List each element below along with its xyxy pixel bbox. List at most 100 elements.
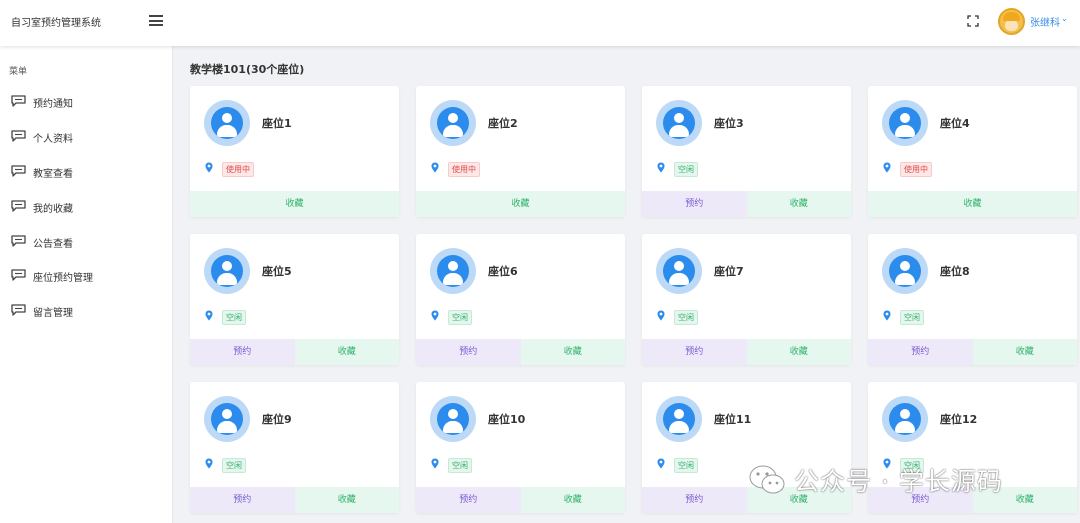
location-pin-icon: [431, 458, 439, 469]
seat-card: 座位4 使用中收藏: [868, 86, 1077, 217]
user-icon: [204, 100, 250, 146]
user-name[interactable]: 张继科: [1030, 14, 1060, 29]
seat-name: 座位1: [262, 117, 292, 130]
sidebar-item-2[interactable]: 个人资料: [0, 121, 172, 151]
book-button[interactable]: 预约: [642, 339, 747, 365]
favorite-button[interactable]: 收藏: [972, 339, 1077, 365]
menu-title: 菜单: [9, 67, 28, 77]
card-actions: 收藏: [190, 191, 399, 217]
seat-name: 座位5: [262, 265, 292, 278]
seat-card: 座位1 使用中 收藏: [190, 86, 399, 217]
card-actions: 收藏: [416, 191, 625, 217]
chevron-down-icon[interactable]: ⌄: [1061, 14, 1068, 23]
comment-icon: [11, 235, 26, 247]
sidebar-item-label: 留言管理: [33, 308, 73, 319]
status-badge: 空闲: [674, 162, 698, 177]
sidebar-item-3[interactable]: 教室查看: [0, 156, 172, 186]
book-button[interactable]: 预约: [642, 487, 747, 513]
book-button[interactable]: 预约: [642, 191, 747, 217]
favorite-button[interactable]: 收藏: [746, 191, 851, 217]
seat-card: 座位6 空闲预约 收藏: [416, 234, 625, 365]
sidebar-item-label: 公告查看: [33, 239, 73, 250]
seat-name: 座位6: [488, 265, 518, 278]
user-icon: [204, 396, 250, 442]
top-bar: 自习室预约管理系统 张继科 ⌄: [0, 0, 1080, 46]
status-badge: 空闲: [674, 310, 698, 325]
card-actions: 预约 收藏: [416, 487, 625, 513]
app-title: 自习室预约管理系统: [11, 18, 101, 29]
seat-name: 座位4: [940, 117, 970, 130]
book-button[interactable]: 预约: [868, 339, 973, 365]
sidebar-item-4[interactable]: 我的收藏: [0, 191, 172, 221]
user-icon: [430, 100, 476, 146]
sidebar-item-6[interactable]: 座位预约管理: [0, 260, 172, 290]
card-actions: 预约 收藏: [642, 339, 851, 365]
watermark-text: 公众号 · 学长源码: [794, 467, 1003, 496]
fullscreen-icon[interactable]: [967, 15, 979, 27]
favorite-button[interactable]: 收藏: [746, 339, 851, 365]
location-pin-icon: [657, 310, 665, 321]
location-pin-icon: [205, 162, 213, 173]
user-icon: [656, 396, 702, 442]
seat-name: 座位7: [714, 265, 744, 278]
user-icon: [430, 248, 476, 294]
card-actions: 收藏: [868, 191, 1077, 217]
card-actions: 预约 收藏: [190, 339, 399, 365]
comment-icon: [11, 269, 26, 281]
sidebar-item-7[interactable]: 留言管理: [0, 295, 172, 325]
status-badge: 空闲: [448, 458, 472, 473]
favorite-button[interactable]: 收藏: [294, 339, 399, 365]
status-badge: 空闲: [900, 310, 924, 325]
section-title: 教学楼101(30个座位): [190, 63, 305, 76]
seat-card: 座位2 使用中 收藏: [416, 86, 625, 217]
card-actions: 预约 收藏: [642, 191, 851, 217]
status-badge: 使用中: [900, 162, 932, 177]
user-icon: [882, 248, 928, 294]
book-button[interactable]: 预约: [190, 339, 295, 365]
status-badge: 空闲: [448, 310, 472, 325]
sidebar-item-5[interactable]: 公告查看: [0, 226, 172, 256]
book-button[interactable]: 预约: [190, 487, 295, 513]
favorite-button[interactable]: 收藏: [416, 191, 625, 217]
sidebar-item-label: 个人资料: [33, 134, 73, 145]
favorite-button[interactable]: 收藏: [520, 487, 625, 513]
sidebar-item-label: 座位预约管理: [33, 273, 93, 284]
favorite-button[interactable]: 收藏: [294, 487, 399, 513]
seat-name: 座位9: [262, 413, 292, 426]
location-pin-icon: [431, 162, 439, 173]
location-pin-icon: [883, 162, 891, 173]
comment-icon: [11, 130, 26, 142]
hamburger-icon[interactable]: [149, 15, 163, 26]
seat-name: 座位2: [488, 117, 518, 130]
comment-icon: [11, 165, 26, 177]
favorite-button[interactable]: 收藏: [190, 191, 399, 217]
seat-card: 座位8 空闲预约 收藏: [868, 234, 1077, 365]
sidebar: 菜单 预约通知个人资料教室查看我的收藏公告查看座位预约管理 留言管理: [0, 46, 173, 523]
comment-icon: [11, 95, 26, 107]
book-button[interactable]: 预约: [416, 487, 521, 513]
user-icon: [882, 100, 928, 146]
seat-name: 座位11: [714, 413, 752, 426]
favorite-button[interactable]: 收藏: [868, 191, 1077, 217]
seat-card: 座位7 空闲预约 收藏: [642, 234, 851, 365]
location-pin-icon: [883, 310, 891, 321]
book-button[interactable]: 预约: [416, 339, 521, 365]
seat-name: 座位8: [940, 265, 970, 278]
seat-name: 座位12: [940, 413, 978, 426]
seat-name: 座位3: [714, 117, 744, 130]
user-icon: [204, 248, 250, 294]
seat-name: 座位10: [488, 413, 526, 426]
location-pin-icon: [657, 162, 665, 173]
location-pin-icon: [205, 458, 213, 469]
status-badge: 空闲: [222, 310, 246, 325]
user-avatar[interactable]: [998, 8, 1025, 35]
location-pin-icon: [657, 458, 665, 469]
location-pin-icon: [431, 310, 439, 321]
status-badge: 空闲: [222, 458, 246, 473]
sidebar-item-label: 预约通知: [33, 99, 73, 110]
sidebar-item-1[interactable]: 预约通知: [0, 86, 172, 116]
sidebar-item-label: 我的收藏: [33, 204, 73, 215]
seat-card: 座位5 空闲预约 收藏: [190, 234, 399, 365]
status-badge: 空闲: [674, 458, 698, 473]
favorite-button[interactable]: 收藏: [520, 339, 625, 365]
